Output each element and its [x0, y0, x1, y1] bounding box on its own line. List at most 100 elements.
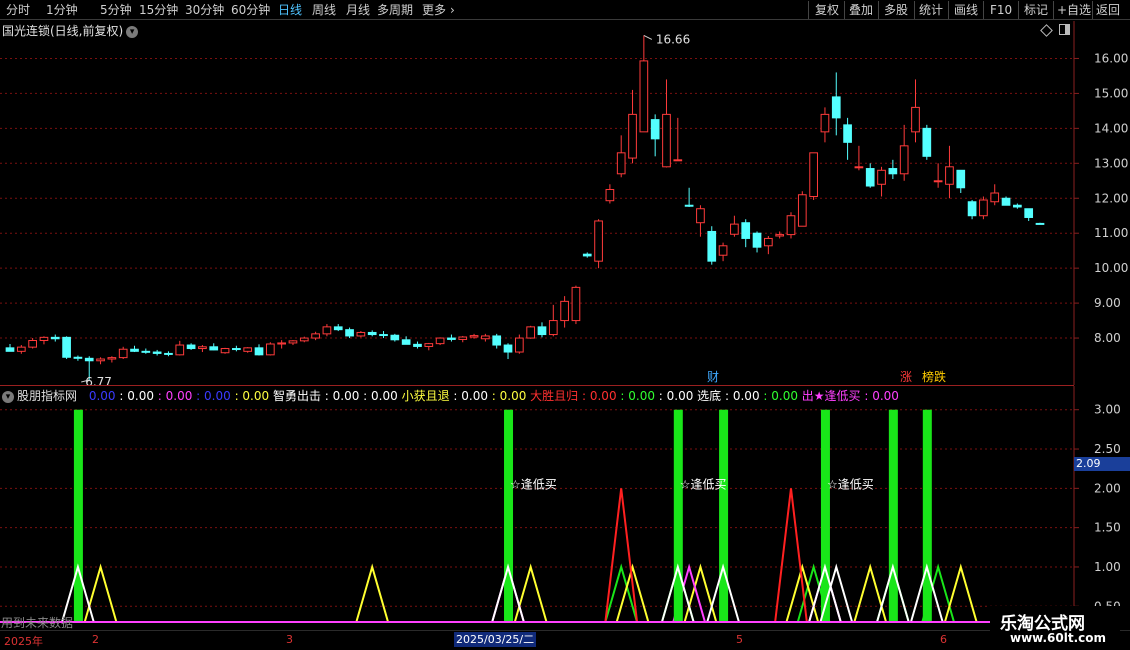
candle: [650, 114, 660, 157]
candle-body: [707, 230, 717, 262]
candle-body: [130, 348, 139, 352]
period-monthly[interactable]: 月线: [346, 2, 370, 18]
restore-rights-button[interactable]: 复权: [815, 2, 839, 18]
chart-icons: [1040, 24, 1070, 38]
candle: [50, 334, 60, 342]
legend-item: : 0.00: [324, 389, 364, 403]
candle-body: [367, 331, 377, 336]
candle-body: [526, 326, 536, 339]
candle: [254, 344, 264, 356]
candle: [447, 334, 456, 342]
candle: [28, 338, 37, 349]
signal-bar: [73, 409, 83, 622]
candle-body: [118, 348, 128, 359]
candle-body: [1013, 204, 1022, 208]
period-5min[interactable]: 5分钟: [100, 2, 132, 18]
cursor-date-label: 2025/03/25/二: [454, 632, 537, 647]
candle-body: [1001, 197, 1011, 206]
candle: [514, 334, 524, 354]
period-daily[interactable]: 日线: [278, 2, 302, 18]
multi-stock-button[interactable]: 多股: [884, 2, 908, 18]
toolbar-divider: [808, 1, 809, 19]
signal-bar: [504, 409, 514, 622]
candle: [809, 152, 818, 200]
period-60min[interactable]: 60分钟: [231, 2, 270, 18]
candle-body: [469, 335, 479, 338]
legend-item: : 0.00: [363, 389, 402, 403]
draw-line-button[interactable]: 画线: [954, 2, 978, 18]
candle-body: [979, 199, 988, 217]
candle: [1013, 203, 1022, 209]
legend-item: : 0.00: [658, 389, 698, 403]
candle: [684, 187, 694, 207]
period-more[interactable]: 更多: [422, 2, 446, 18]
y-tick-label: 1.50: [1094, 521, 1121, 535]
candle-body: [492, 335, 502, 346]
period-intraday[interactable]: 分时: [6, 2, 30, 18]
price-chart[interactable]: 16.66 6.77 财 涨榜跌 16.00 15.00 14.00 13.00 12.00 1…: [0, 21, 1130, 385]
back-button[interactable]: 返回: [1096, 2, 1120, 18]
candle-body: [809, 152, 818, 198]
candle-body: [311, 333, 320, 339]
toolbar-divider: [948, 1, 949, 19]
candle: [311, 331, 320, 341]
candle-body: [435, 337, 445, 345]
candle-body: [775, 234, 785, 237]
candle: [979, 196, 988, 220]
candle: [616, 135, 626, 178]
period-30min[interactable]: 30分钟: [185, 2, 224, 18]
period-1min[interactable]: 1分钟: [46, 2, 78, 18]
candle-body: [718, 245, 728, 256]
candle-body: [152, 351, 162, 354]
overlay-button[interactable]: 叠加: [849, 2, 873, 18]
candle-body: [639, 60, 649, 133]
candle: [209, 343, 219, 351]
candle: [877, 166, 886, 197]
candle-body: [209, 346, 219, 351]
candle: [967, 200, 977, 220]
f10-button[interactable]: F10: [990, 2, 1012, 18]
legend-values: 0.00 : 0.00 : 0.00 : 0.00 : 0.00 智勇出击 : …: [89, 389, 899, 403]
chevron-right-icon[interactable]: ›: [450, 2, 455, 18]
indicator-legend: ▾ 股朋指标网 0.00 : 0.00 : 0.00 : 0.00 : 0.00 …: [2, 387, 899, 404]
candle: [639, 35, 649, 133]
mark-button[interactable]: 标记: [1024, 2, 1048, 18]
statistics-button[interactable]: 统计: [919, 2, 943, 18]
y-tick-label: 8.00: [1094, 331, 1121, 345]
candle: [786, 212, 796, 239]
candle-body: [198, 346, 207, 350]
candle-body: [458, 336, 468, 340]
diamond-icon[interactable]: [1040, 24, 1053, 37]
candle: [130, 345, 139, 353]
candle-body: [265, 343, 275, 356]
candle: [333, 324, 343, 332]
period-15min[interactable]: 15分钟: [139, 2, 178, 18]
indicator-panel[interactable]: ☆逢低买☆逢低买☆逢低买 3.002.502.001.501.000.50 ▾股…: [0, 386, 1130, 628]
add-watchlist-button[interactable]: +自选: [1057, 2, 1091, 18]
candle-body: [401, 339, 411, 345]
signal-bar: [888, 409, 898, 622]
chevron-down-icon[interactable]: ▾: [126, 25, 139, 38]
candle-body: [673, 159, 683, 162]
candle: [39, 336, 49, 345]
period-multi[interactable]: 多周期: [377, 2, 413, 18]
indicator-name: 股朋指标网: [17, 389, 78, 403]
chevron-down-icon[interactable]: ▾: [2, 390, 14, 403]
candle-body: [537, 326, 547, 336]
candle-body: [956, 169, 966, 189]
candle: [854, 145, 864, 171]
candle: [899, 124, 909, 181]
candle-body: [73, 356, 83, 359]
candle-body: [922, 127, 932, 157]
low-buy-signal-label: ☆逢低买: [680, 477, 727, 491]
layout-icon[interactable]: [1059, 24, 1070, 35]
price-chart-panel[interactable]: 16.66 6.77 财 涨榜跌 16.00 15.00 14.00 13.00 12.00 1…: [0, 21, 1130, 385]
period-weekly[interactable]: 周线: [312, 2, 336, 18]
indicator-chart[interactable]: ☆逢低买☆逢低买☆逢低买 3.002.502.001.501.000.50: [0, 386, 1130, 628]
candle-body: [107, 357, 117, 360]
candle-body: [605, 189, 615, 202]
candle: [990, 184, 1000, 206]
candle: [945, 145, 954, 199]
candle: [922, 124, 932, 160]
candle: [345, 327, 354, 339]
